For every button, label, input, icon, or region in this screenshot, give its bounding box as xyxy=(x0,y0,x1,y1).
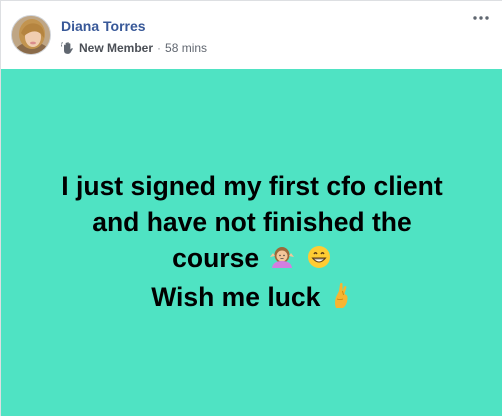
author-name[interactable]: Diana Torres xyxy=(61,18,146,34)
status-text-2: and have not finished the xyxy=(92,207,412,237)
member-badge: New Member xyxy=(79,41,154,55)
status-text-3: course xyxy=(172,243,260,273)
status-line-4: Wish me luck xyxy=(151,279,353,318)
status-text-4: Wish me luck xyxy=(151,282,321,312)
post-meta: New Member · 58 mins xyxy=(60,41,207,55)
waving-hand-icon xyxy=(60,41,75,55)
grinning-face-emoji xyxy=(306,243,332,279)
more-options-icon xyxy=(473,16,489,20)
post-header: Diana Torres New Member · 58 mins xyxy=(1,1,502,69)
status-line-1: I just signed my first cfo client xyxy=(61,168,442,204)
crossed-fingers-emoji xyxy=(331,281,353,318)
status-line-2: and have not finished the xyxy=(92,204,412,240)
more-options-button[interactable] xyxy=(469,9,493,27)
avatar-photo xyxy=(12,16,50,54)
status-text-1: I just signed my first cfo client xyxy=(61,171,443,201)
status-background: I just signed my first cfo client and ha… xyxy=(1,69,502,416)
post-timestamp[interactable]: 58 mins xyxy=(165,41,207,55)
meta-separator: · xyxy=(157,41,162,55)
post-card: Diana Torres New Member · 58 mins I just… xyxy=(0,0,502,416)
shrugging-woman-emoji xyxy=(269,243,295,279)
status-line-3: course xyxy=(172,240,332,279)
author-avatar[interactable] xyxy=(11,15,51,55)
